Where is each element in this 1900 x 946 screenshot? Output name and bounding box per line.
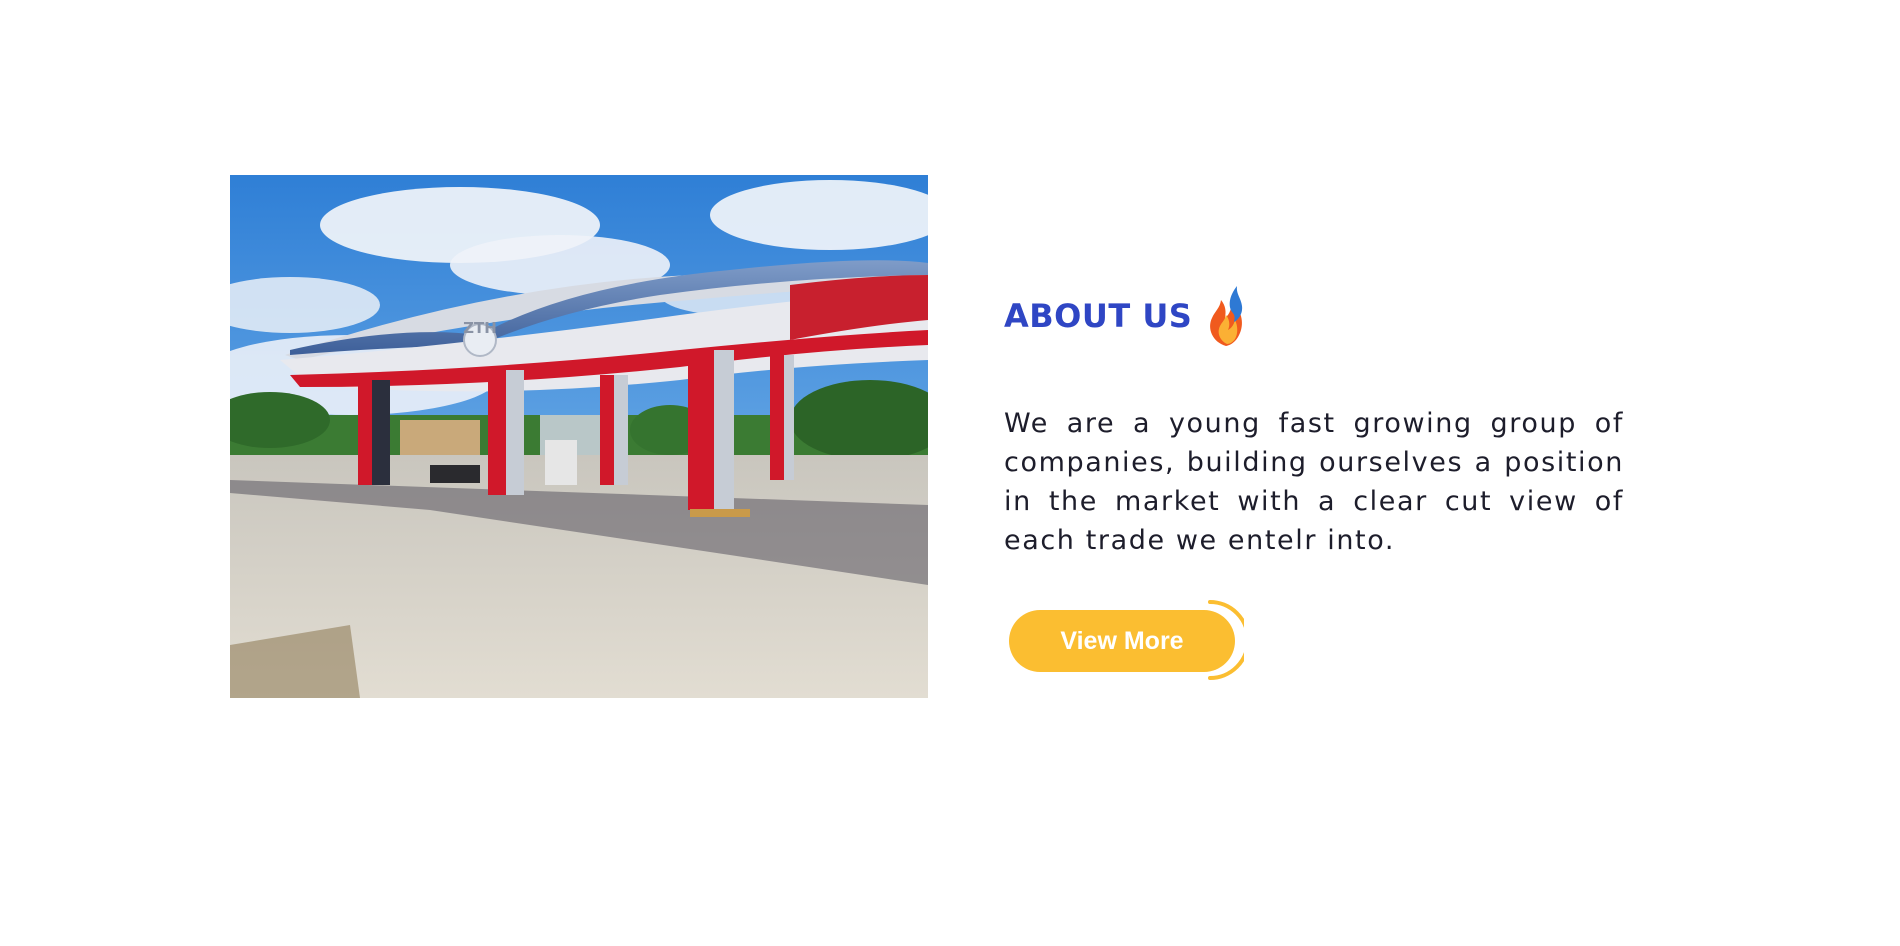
- flame-icon: [1210, 286, 1243, 346]
- view-more-wrapper: View More: [1004, 598, 1244, 682]
- about-us-section: ZTH ABOUT US We are a young fast growing…: [0, 0, 1900, 946]
- heading-row: ABOUT US: [1004, 278, 1624, 348]
- fuel-station-photo: ZTH: [230, 175, 928, 698]
- canopy-sign-text: ZTH: [463, 319, 497, 337]
- about-heading: ABOUT US: [1004, 297, 1193, 335]
- about-description: We are a young fast growing group of com…: [1004, 408, 1624, 556]
- about-content: ABOUT US We are a young fast growing gro…: [1004, 278, 1624, 560]
- view-more-button[interactable]: View More: [1009, 610, 1235, 672]
